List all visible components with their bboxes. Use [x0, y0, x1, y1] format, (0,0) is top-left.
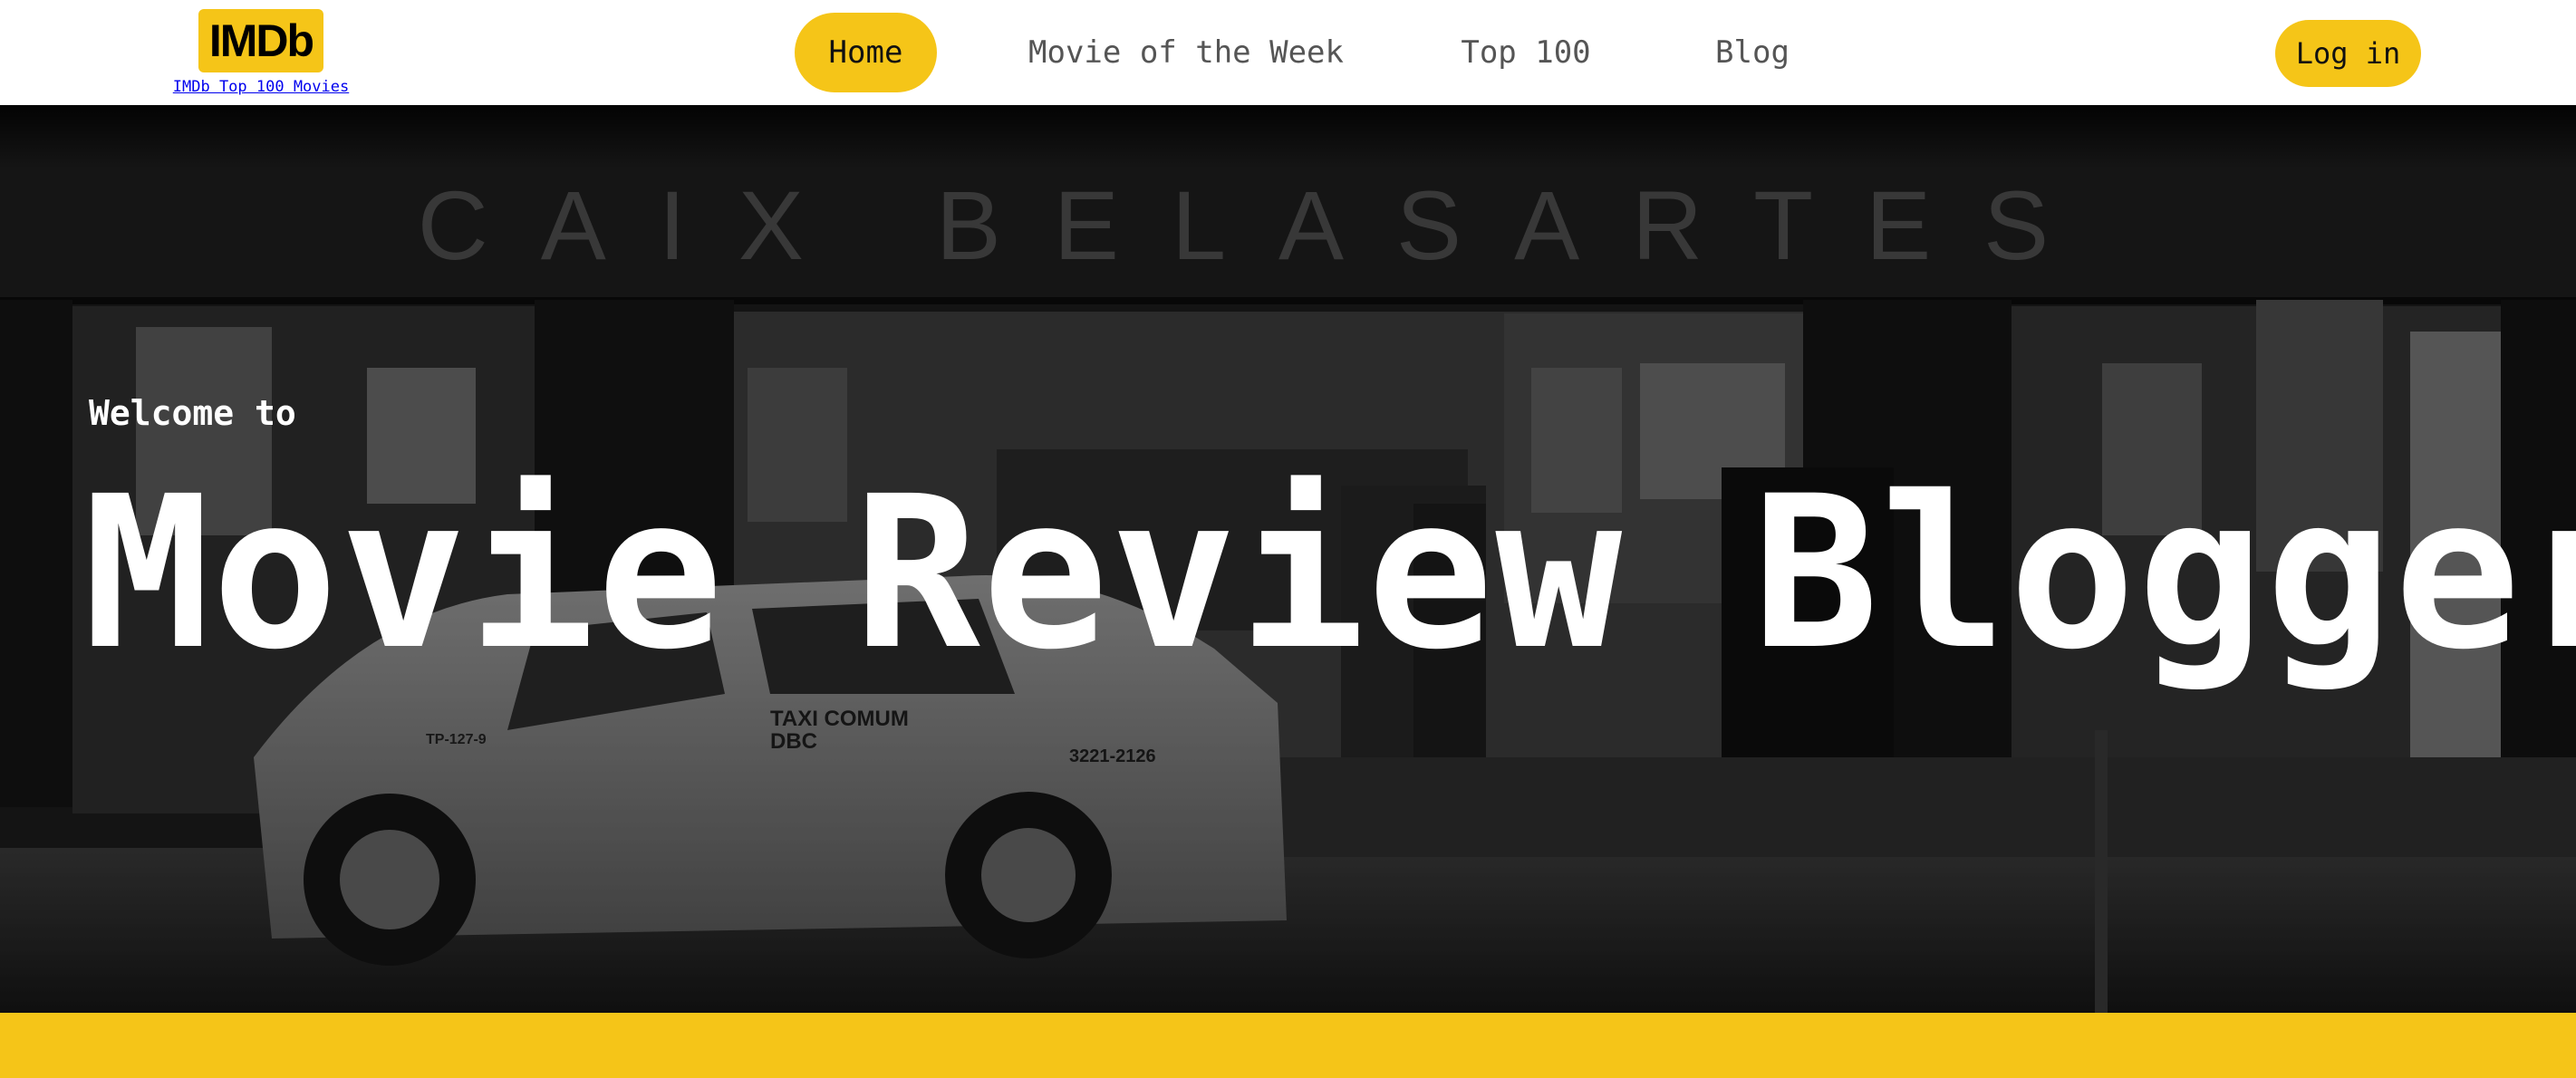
site-header: IMDb IMDb Top 100 Movies Home Movie of t…: [0, 0, 2576, 105]
nav-top-100[interactable]: Top 100: [1461, 13, 1590, 92]
logo-caption-link[interactable]: IMDb Top 100 Movies: [172, 78, 350, 96]
main-nav: Home Movie of the Week Top 100 Blog: [795, 13, 1798, 92]
logo-link-area[interactable]: IMDb IMDb Top 100 Movies: [172, 9, 350, 101]
login-button[interactable]: Log in: [2275, 20, 2421, 87]
nav-movie-of-the-week[interactable]: Movie of the Week: [1028, 13, 1344, 92]
hero-welcome-text: Welcome to: [89, 393, 296, 433]
header-shadow: [0, 105, 2576, 168]
hero-title: Movie Review Blogger: [83, 451, 2576, 696]
hero-banner: CAIX BELASARTES TAXI COMUM DBC 3221-2126…: [0, 105, 2576, 1013]
yellow-footer-band: [0, 1013, 2576, 1078]
nav-blog[interactable]: Blog: [1707, 13, 1798, 92]
imdb-logo[interactable]: IMDb: [198, 9, 323, 72]
nav-home[interactable]: Home: [795, 13, 937, 92]
